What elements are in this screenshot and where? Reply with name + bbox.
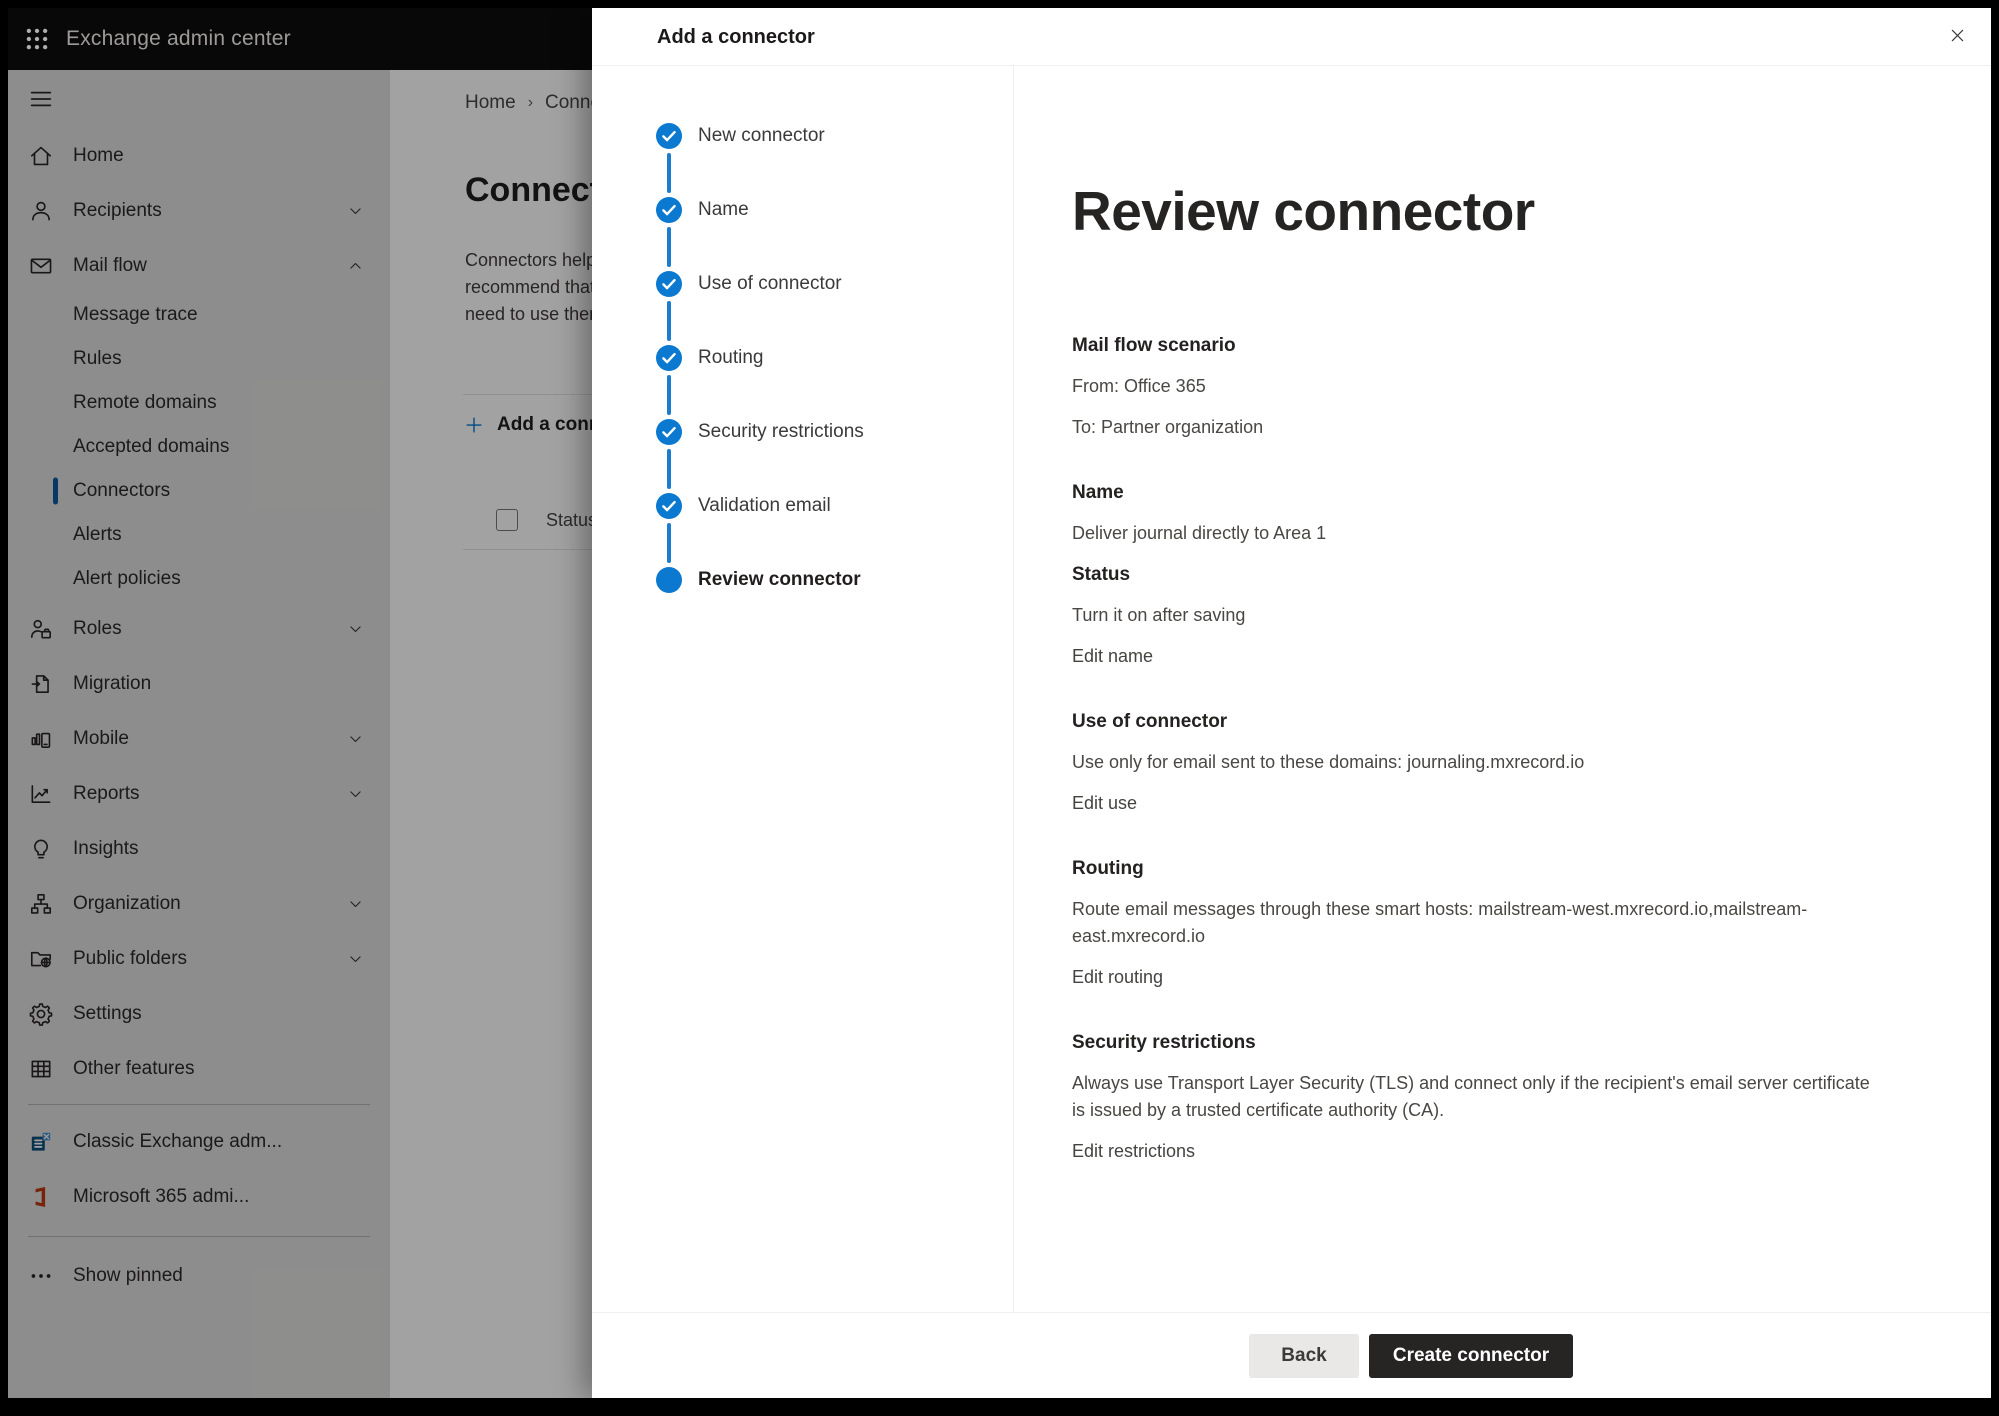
- dialog-footer: Back Create connector: [592, 1312, 1991, 1398]
- edit-restrictions-link[interactable]: Edit restrictions: [1072, 1138, 1195, 1165]
- review-heading: Review connector: [1072, 176, 1882, 246]
- review-value: Deliver journal directly to Area 1: [1072, 520, 1882, 547]
- step-status-icon: [656, 197, 682, 223]
- edit-use-link[interactable]: Edit use: [1072, 790, 1137, 817]
- wizard-steps: New connector Name Use of connector Rout…: [592, 66, 1013, 617]
- review-panel: Review connector Mail flow scenario From:…: [1072, 66, 1882, 1179]
- review-value: Use only for email sent to these domains…: [1072, 749, 1882, 776]
- edit-routing-link[interactable]: Edit routing: [1072, 964, 1163, 991]
- close-button[interactable]: [1941, 21, 1973, 53]
- dialog-header: Add a connector: [592, 8, 1991, 66]
- dialog-title: Add a connector: [657, 8, 815, 66]
- review-section-title-use-of-connector: Use of connector: [1072, 708, 1882, 735]
- review-section-title-routing: Routing: [1072, 855, 1882, 882]
- review-section-title-security-restrictions: Security restrictions: [1072, 1029, 1882, 1056]
- review-value: To: Partner organization: [1072, 414, 1882, 441]
- review-section-title-status: Status: [1072, 561, 1882, 588]
- back-button[interactable]: Back: [1249, 1334, 1359, 1378]
- wizard-step-security-restrictions[interactable]: Security restrictions: [592, 395, 1013, 469]
- wizard-divider: [1013, 66, 1014, 1312]
- app-window: Exchange admin center Home Recipients Ma…: [8, 8, 1991, 1398]
- wizard-step-use-of-connector[interactable]: Use of connector: [592, 247, 1013, 321]
- screenshot-frame: Exchange admin center Home Recipients Ma…: [0, 0, 1999, 1416]
- step-status-icon: [656, 567, 682, 593]
- wizard-step-validation-email[interactable]: Validation email: [592, 469, 1013, 543]
- wizard-step-review-connector[interactable]: Review connector: [592, 543, 1013, 617]
- review-section-title-mail-flow-scenario: Mail flow scenario: [1072, 332, 1882, 359]
- edit-name-link[interactable]: Edit name: [1072, 643, 1153, 670]
- step-status-icon: [656, 345, 682, 371]
- review-value: Route email messages through these smart…: [1072, 896, 1882, 950]
- review-value: Always use Transport Layer Security (TLS…: [1072, 1070, 1882, 1124]
- wizard-step-routing[interactable]: Routing: [592, 321, 1013, 395]
- step-status-icon: [656, 493, 682, 519]
- wizard-step-new-connector[interactable]: New connector: [592, 99, 1013, 173]
- close-icon: [1948, 26, 1967, 45]
- review-section-title-name: Name: [1072, 479, 1882, 506]
- review-value: Turn it on after saving: [1072, 602, 1882, 629]
- review-content: Mail flow scenario From: Office 365 To: Pa…: [1072, 332, 1882, 1165]
- step-status-icon: [656, 419, 682, 445]
- step-status-icon: [656, 123, 682, 149]
- create-connector-button[interactable]: Create connector: [1369, 1334, 1573, 1378]
- review-value: From: Office 365: [1072, 373, 1882, 400]
- add-connector-dialog: Add a connector New connector Name Use o…: [592, 8, 1991, 1398]
- wizard-step-name[interactable]: Name: [592, 173, 1013, 247]
- step-status-icon: [656, 271, 682, 297]
